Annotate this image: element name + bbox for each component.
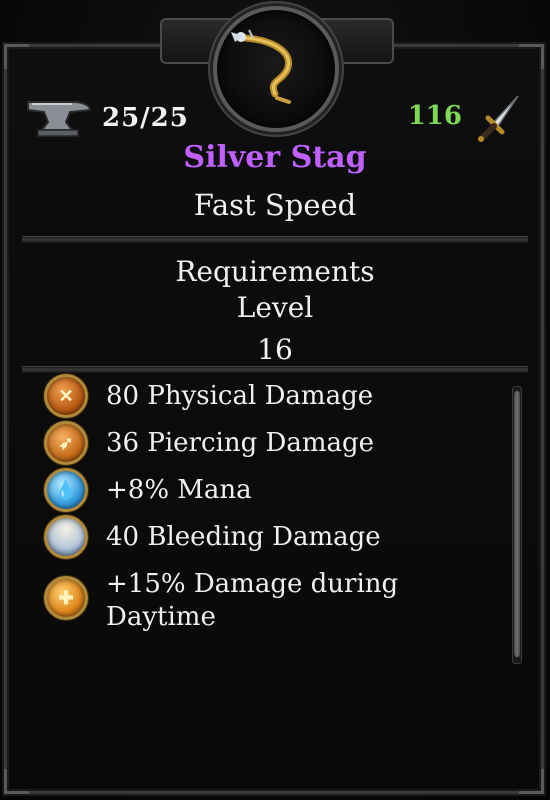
stat-row: 💧 +8% Mana (44, 468, 252, 512)
stat-text: 40 Bleeding Damage (106, 521, 381, 552)
item-name: Silver Stag (183, 140, 367, 175)
stat-text: 36 Piercing Damage (106, 427, 375, 458)
stat-row: ✕ 80 Physical Damage (44, 374, 373, 418)
stat-row: ✚ +15% Damage during Daytime (44, 568, 436, 634)
durability-value: 25/25 (102, 103, 189, 133)
scrollbar[interactable] (512, 386, 522, 664)
bow-icon (231, 29, 293, 104)
dagger-icon (478, 95, 519, 142)
stat-text: +8% Mana (106, 474, 252, 505)
stat-text: 80 Physical Damage (106, 380, 374, 411)
requirements-title: Requirements (175, 255, 375, 288)
corner-ornament (519, 769, 544, 794)
stat-row: ➶ 36 Piercing Damage (44, 421, 374, 465)
stat-row: 40 Bleeding Damage (44, 515, 381, 559)
corner-ornament (4, 44, 29, 69)
requirement-label: Level (236, 291, 314, 324)
item-speed: Fast Speed (193, 188, 357, 222)
stat-text: +15% Damage during Daytime (106, 569, 399, 632)
requirement-value: 16 (257, 333, 293, 366)
piercing-damage-icon: ➶ (44, 421, 88, 465)
mana-icon: 💧 (44, 468, 88, 512)
bleeding-damage-icon (44, 515, 88, 559)
section-divider (22, 236, 528, 243)
daytime-damage-icon: ✚ (44, 576, 88, 620)
anvil-icon (27, 101, 92, 137)
scrollbar-thumb[interactable] (514, 391, 520, 657)
damage-value: 116 (407, 101, 462, 131)
corner-ornament (519, 44, 544, 69)
corner-ornament (4, 769, 29, 794)
physical-damage-icon: ✕ (44, 374, 88, 418)
section-divider (22, 366, 528, 373)
item-portrait (213, 6, 339, 132)
